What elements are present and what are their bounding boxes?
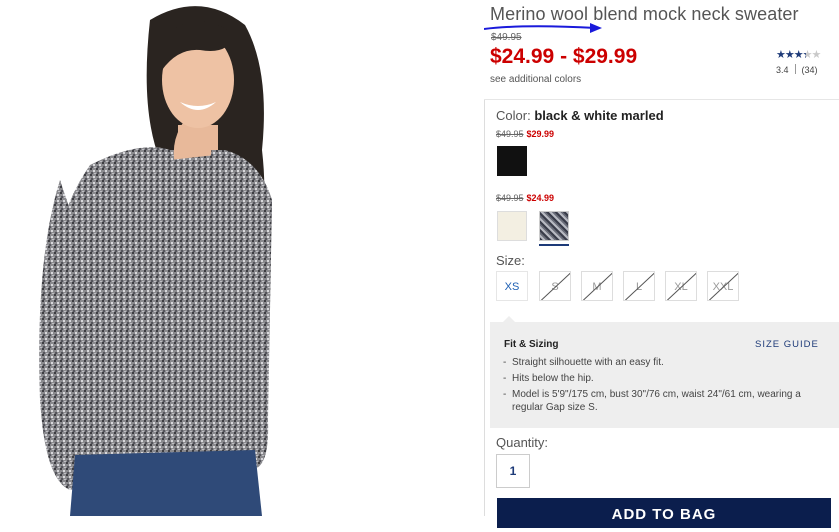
quantity-label: Quantity:	[496, 435, 549, 450]
unavailable-slash-icon	[583, 272, 612, 300]
quantity-input[interactable]: 1	[496, 454, 530, 488]
rating-line: 3.4 (34)	[776, 64, 836, 75]
rating-summary[interactable]: ★★★★★★ 3.4 (34)	[776, 48, 836, 75]
selected-color-name: black & white marled	[534, 108, 664, 123]
add-to-bag-button[interactable]: ADD TO BAG	[497, 498, 831, 528]
swatch-sale-price: $24.99	[526, 193, 555, 203]
fit-detail-item: Model is 5'9"/175 cm, bust 30"/76 cm, wa…	[503, 388, 833, 414]
color-swatch-black[interactable]	[497, 146, 527, 176]
fit-details-list: Straight silhouette with an easy fit. Hi…	[503, 356, 833, 417]
fit-detail-item: Hits below the hip.	[503, 372, 833, 385]
size-option-label: XS	[504, 281, 520, 293]
swatch-group-price: $49.95 $24.99	[496, 193, 554, 203]
swatch-group-price: $49.95 $29.99	[496, 129, 554, 139]
swatch-sale-price: $29.99	[526, 129, 555, 139]
size-label: Size:	[496, 253, 525, 268]
review-count[interactable]: (34)	[802, 65, 818, 75]
star-rating-icon: ★★★★★★	[776, 49, 821, 61]
unavailable-slash-icon	[625, 272, 654, 300]
product-photo[interactable]	[0, 0, 470, 516]
unavailable-slash-icon	[667, 272, 696, 300]
swatch-original-price: $49.95	[496, 129, 524, 139]
panel-divider	[484, 100, 485, 516]
color-selector-label: Color: black & white marled	[496, 108, 664, 123]
size-option-xxl[interactable]: XXL	[707, 271, 739, 301]
rating-average: 3.4	[776, 65, 789, 75]
size-option-xl[interactable]: XL	[665, 271, 697, 301]
color-swatch-cream[interactable]	[497, 211, 527, 241]
size-option-l[interactable]: L	[623, 271, 655, 301]
swatch-original-price: $49.95	[496, 193, 524, 203]
size-guide-link[interactable]: SIZE GUIDE	[755, 339, 819, 350]
original-price: $49.95	[491, 32, 522, 43]
selected-swatch-indicator	[539, 244, 569, 246]
unavailable-slash-icon	[541, 272, 570, 300]
fit-sizing-title: Fit & Sizing	[504, 339, 559, 350]
size-option-s[interactable]: S	[539, 271, 571, 301]
color-label: Color:	[496, 108, 531, 123]
color-swatch-black-white-marled[interactable]	[539, 211, 569, 241]
size-option-xs[interactable]: XS	[496, 271, 528, 301]
size-option-m[interactable]: M	[581, 271, 613, 301]
fit-detail-item: Straight silhouette with an easy fit.	[503, 356, 833, 369]
panel-divider-top	[484, 99, 839, 100]
sale-price-range: $24.99 - $29.99	[490, 45, 638, 68]
see-additional-colors-link[interactable]: see additional colors	[490, 74, 581, 85]
